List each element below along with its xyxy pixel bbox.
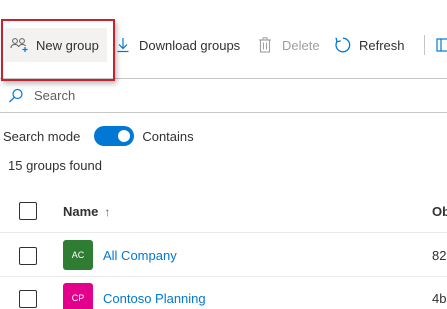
toolbar-divider: [424, 35, 425, 55]
new-group-button[interactable]: New group: [5, 28, 107, 62]
people-add-icon: [10, 37, 30, 53]
trash-icon: [258, 37, 272, 53]
download-icon: [116, 37, 130, 53]
avatar: CP: [63, 283, 93, 309]
table-row[interactable]: CP Contoso Planning 4b: [0, 277, 447, 309]
new-group-label: New group: [36, 37, 99, 53]
object-id-cell: 4b: [432, 291, 447, 306]
results-count: 15 groups found: [8, 158, 102, 173]
search-box: [0, 79, 447, 113]
search-mode-value: Contains: [142, 128, 194, 144]
command-bar: New group Download groups Delete Refresh: [0, 0, 447, 81]
refresh-button[interactable]: Refresh: [334, 30, 405, 60]
delete-label: Delete: [282, 37, 320, 53]
search-mode-label: Search mode: [3, 128, 81, 144]
object-id-cell: 82: [432, 248, 447, 263]
columns-icon: [436, 37, 447, 53]
column-header-object-id[interactable]: Ob: [432, 204, 447, 219]
table-row[interactable]: AC All Company 82: [0, 233, 447, 277]
search-mode: Search mode Contains: [3, 126, 194, 146]
refresh-icon: [334, 36, 352, 54]
download-groups-label: Download groups: [139, 37, 241, 53]
download-groups-button[interactable]: Download groups: [116, 30, 240, 60]
toggle-knob: [118, 130, 131, 142]
delete-button[interactable]: Delete: [258, 30, 320, 60]
row-checkbox[interactable]: [19, 247, 37, 265]
search-mode-toggle[interactable]: [94, 126, 135, 146]
search-icon: [8, 88, 24, 109]
group-name-link[interactable]: All Company: [103, 248, 177, 263]
table-header: Name ↑ Ob: [0, 190, 447, 233]
groups-page: New group Download groups Delete Refresh…: [0, 0, 447, 309]
arrow-up-icon: ↑: [104, 204, 111, 219]
columns-button[interactable]: [436, 30, 447, 60]
column-name-label: Name: [63, 204, 99, 219]
avatar: AC: [63, 240, 93, 270]
select-all-checkbox[interactable]: [19, 202, 37, 220]
column-header-name[interactable]: Name ↑: [63, 204, 110, 219]
search-input[interactable]: [30, 85, 438, 105]
group-name-link[interactable]: Contoso Planning: [103, 291, 206, 306]
row-checkbox[interactable]: [19, 290, 37, 308]
refresh-label: Refresh: [359, 37, 405, 53]
